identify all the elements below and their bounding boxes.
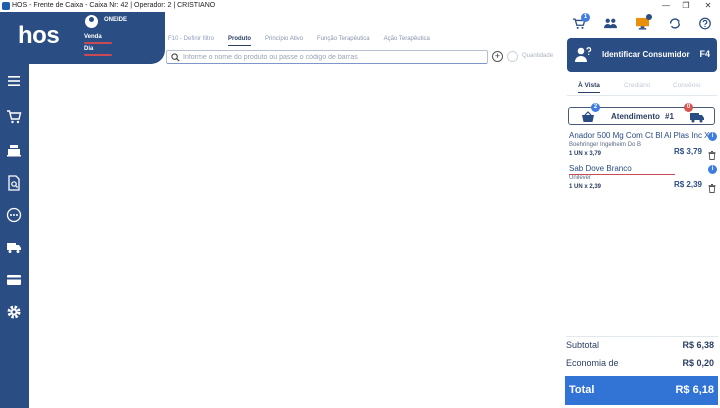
item-price: R$ 2,39	[673, 180, 702, 189]
cart-icon[interactable]	[3, 106, 25, 128]
tab-produto[interactable]: Produto	[228, 36, 252, 46]
item-name: Sab Dove Branco	[569, 164, 632, 173]
trash-icon[interactable]	[708, 151, 716, 160]
identify-consumer-label: Identificar Consumidor	[602, 50, 690, 59]
tab-acao-terapeutica[interactable]: Ação Terapêutica	[384, 36, 430, 46]
sidebar	[0, 64, 29, 408]
subtotal-label: Subtotal	[566, 340, 600, 350]
delivery-truck-icon	[690, 113, 704, 123]
logo: hos	[18, 22, 60, 49]
divider	[566, 336, 718, 337]
item-manufacturer: Boehringer Ingelheim Do B	[569, 142, 642, 148]
stat-dia-bar	[84, 54, 112, 56]
shortcut-key-f4: F4	[699, 49, 710, 59]
search-box	[166, 50, 488, 64]
filter-tabs: F10 - Definir filtro Produto Princípio A…	[168, 36, 444, 46]
sync-icon[interactable]	[668, 17, 684, 31]
user-name: ONEIDE	[104, 17, 128, 23]
settings-icon[interactable]	[3, 301, 25, 323]
atendimento-number: #1	[665, 112, 674, 121]
item-name: Anador 500 Mg Com Ct Bl Al Plas Inc X	[569, 131, 710, 140]
search-icon	[171, 53, 180, 62]
basket-icon	[582, 111, 594, 122]
stat-dia-label: Dia	[84, 46, 94, 52]
document-search-icon[interactable]	[3, 172, 25, 194]
info-icon[interactable]: i	[708, 132, 717, 141]
header-brand-panel: hos ONEIDE Venda Dia	[0, 12, 165, 64]
maximize-button[interactable]: ❐	[676, 0, 696, 12]
subtotal-value: R$ 6,38	[682, 340, 714, 350]
payment-tabs: À Vista Crediário Convênio	[567, 80, 717, 94]
window-titlebar: HOS - Frente de Caixa - Caixa Nr: 42 | O…	[0, 0, 720, 12]
add-product-button[interactable]: +	[492, 51, 503, 62]
cart-count-badge: 1	[581, 13, 590, 22]
user-question-icon	[575, 47, 592, 62]
menu-icon[interactable]	[3, 70, 25, 92]
item-price: R$ 3,79	[673, 147, 702, 156]
close-button[interactable]: ✕	[698, 0, 718, 12]
tab-funcao-terapeutica[interactable]: Função Terapêutica	[317, 36, 370, 46]
item-manufacturer: Unilever	[569, 175, 592, 181]
quantity-icon[interactable]	[507, 51, 518, 62]
delivery-count-badge: 0	[684, 103, 693, 112]
trash-icon[interactable]	[708, 184, 716, 193]
cart-item[interactable]: Sab Dove Branco i Unilever 1 UN x 2,39 R…	[566, 164, 718, 194]
cart-item[interactable]: Anador 500 Mg Com Ct Bl Al Plas Inc X i …	[566, 131, 718, 161]
tab-crediario[interactable]: Crediário	[624, 82, 650, 89]
tab-convenio[interactable]: Convênio	[673, 82, 700, 89]
more-options-icon[interactable]	[3, 204, 25, 226]
item-quantity: 1 UN x 2,39	[569, 184, 602, 190]
quantity-field[interactable]: Quantidade	[522, 53, 553, 59]
window-title: HOS - Frente de Caixa - Caixa Nr: 42 | O…	[12, 2, 216, 9]
divider	[567, 95, 717, 96]
search-input[interactable]	[183, 52, 483, 63]
minimize-button[interactable]: —	[656, 0, 676, 12]
atendimento-box[interactable]: Atendimento #1	[568, 107, 715, 125]
total-bar[interactable]: Total R$ 6,18	[565, 376, 718, 405]
help-icon[interactable]	[698, 17, 714, 31]
customers-icon[interactable]	[603, 17, 619, 31]
delivery-truck-icon[interactable]	[3, 236, 25, 258]
info-icon[interactable]: i	[708, 165, 717, 174]
tab-a-vista[interactable]: À Vista	[578, 82, 600, 93]
total-label: Total	[569, 384, 595, 396]
define-filter-tab[interactable]: F10 - Definir filtro	[168, 36, 214, 46]
card-icon[interactable]	[3, 269, 25, 291]
tab-principio-ativo[interactable]: Princípio Ativo	[265, 36, 303, 46]
economia-value: R$ 0,20	[682, 358, 714, 368]
item-quantity: 1 UN x 3,79	[569, 151, 602, 157]
user-avatar-icon	[85, 15, 98, 28]
stat-venda-bar	[84, 42, 112, 44]
identify-consumer-button[interactable]: Identificar Consumidor F4	[567, 38, 717, 72]
stat-venda-label: Venda	[84, 34, 102, 40]
cash-register-icon[interactable]	[3, 139, 25, 161]
total-value: R$ 6,18	[675, 384, 714, 396]
basket-count-badge: 2	[591, 103, 600, 112]
notification-dot	[646, 14, 652, 20]
economia-label: Economia de	[566, 358, 619, 368]
app-icon	[2, 2, 10, 10]
atendimento-label: Atendimento	[611, 112, 660, 121]
